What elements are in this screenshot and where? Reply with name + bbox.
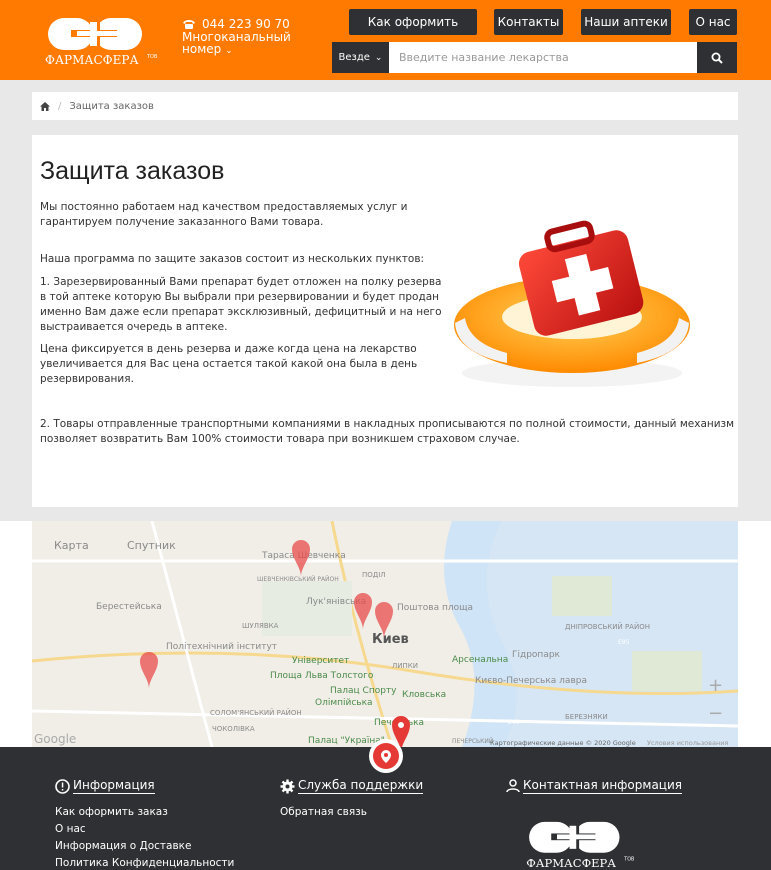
map-city-label: Киев	[372, 632, 409, 647]
footer-link-privacy[interactable]: Политика Конфиденциальности	[55, 857, 234, 869]
svg-text:Кловська: Кловська	[402, 690, 446, 700]
map-copyright: Картографические данные © 2020 Google	[490, 739, 636, 747]
svg-text:ЛИПКИ: ЛИПКИ	[392, 662, 418, 670]
home-icon[interactable]	[40, 101, 50, 111]
zoom-in-button: +	[708, 675, 723, 696]
breadcrumb-separator: /	[58, 100, 62, 112]
svg-text:ДНІПРОВСЬКИЙ РАЙОН: ДНІПРОВСЬКИЙ РАЙОН	[565, 622, 650, 631]
svg-text:Поштова площа: Поштова площа	[397, 603, 473, 613]
phone-block[interactable]: 044 223 90 70 Многоканальный номер ⌄	[182, 18, 291, 57]
program-text: Наша программа по защите заказов состоит…	[40, 253, 425, 265]
search-bar: Везде ⌄	[332, 42, 737, 73]
svg-text:ТОВ: ТОВ	[623, 856, 634, 862]
footer-contact-title: Контактная информация	[506, 778, 682, 794]
map[interactable]: Карта Спутник Тараса Шевченка ШЕВЧЕНКІВС…	[32, 521, 738, 747]
map-terms: Условия использования	[647, 739, 728, 747]
svg-text:ФАРМАСФЕРА: ФАРМАСФЕРА	[526, 856, 616, 870]
footer-link-feedback[interactable]: Обратная связь	[280, 806, 367, 818]
svg-text:Площа Льва Толстого: Площа Льва Толстого	[270, 671, 374, 681]
svg-text:E95: E95	[618, 639, 630, 646]
svg-text:Олімпійська: Олімпійська	[315, 698, 373, 708]
svg-text:Політехнічний інститут: Політехнічний інститут	[166, 642, 277, 652]
search-scope-select[interactable]: Везде ⌄	[332, 42, 389, 73]
header: ФАРМАСФЕРА ТОВ 044 223 90 70 Многоканаль…	[0, 0, 771, 80]
phone-number: 044 223 90 70	[202, 17, 290, 31]
svg-text:Києво-Печерська лавра: Києво-Печерська лавра	[475, 676, 587, 686]
logo-text: ФАРМАСФЕРА	[45, 53, 139, 67]
svg-text:ПОДІЛ: ПОДІЛ	[362, 571, 386, 579]
svg-text:E40: E40	[508, 719, 520, 726]
svg-text:Університет: Університет	[292, 656, 349, 666]
nav-about[interactable]: О нас	[689, 9, 737, 35]
svg-text:ЧОКОЛІВКА: ЧОКОЛІВКА	[212, 725, 255, 733]
point-one-text: 1. Зарезервированный Вами препарат будет…	[40, 276, 442, 333]
nav-how-to-order[interactable]: Как оформить заказ	[349, 9, 477, 55]
user-icon	[506, 779, 520, 793]
breadcrumb: / Защита заказов	[32, 92, 738, 120]
map-type-map: Карта	[54, 539, 89, 552]
search-button[interactable]	[697, 42, 737, 73]
page-title: Защита заказов	[40, 157, 225, 185]
svg-text:ШЕВЧЕНКІВСЬКИЙ РАЙОН: ШЕВЧЕНКІВСЬКИЙ РАЙОН	[257, 576, 339, 583]
logo[interactable]: ФАРМАСФЕРА ТОВ	[43, 16, 163, 68]
svg-text:Палац Спорту: Палац Спорту	[330, 686, 397, 696]
svg-text:БЕРЕЗНЯКИ: БЕРЕЗНЯКИ	[565, 713, 608, 721]
svg-text:ПЕЧЕРСЬКИЙ: ПЕЧЕРСЬКИЙ	[452, 738, 493, 745]
nav-pharmacies[interactable]: Наши аптеки	[581, 9, 671, 35]
point-two-text: 2. Товары отправленные транспортными ком…	[40, 418, 735, 445]
info-icon	[55, 778, 70, 794]
logo-suffix: ТОВ	[146, 54, 158, 60]
svg-text:ШУЛЯВКА: ШУЛЯВКА	[242, 622, 279, 630]
footer-link-delivery[interactable]: Информация о Доставке	[55, 840, 191, 852]
footer-logo: ФАРМАСФЕРА ТОВ	[526, 821, 634, 870]
footer-info-title: Информация	[55, 778, 155, 794]
phone-sub2[interactable]: номер ⌄	[182, 43, 291, 57]
search-input[interactable]	[389, 42, 697, 73]
svg-text:Берестейська: Берестейська	[96, 602, 162, 612]
chevron-down-icon: ⌄	[225, 46, 233, 56]
footer-link-how-to-order[interactable]: Как оформить заказ	[55, 806, 168, 818]
gear-icon	[280, 779, 295, 793]
price-text: Цена фиксируется в день резерва и даже к…	[40, 343, 418, 385]
first-aid-lifebuoy-image	[454, 220, 690, 387]
map-toggle-button[interactable]	[369, 739, 403, 773]
content-panel: Защита заказов Мы постоянно работаем над…	[32, 135, 738, 507]
svg-text:СОЛОМ'ЯНСЬКИЙ РАЙОН: СОЛОМ'ЯНСЬКИЙ РАЙОН	[210, 708, 302, 717]
intro-text: Мы постоянно работаем над качеством пред…	[40, 201, 408, 228]
svg-text:Арсенальна: Арсенальна	[452, 655, 508, 665]
chevron-down-icon: ⌄	[374, 52, 383, 63]
map-type-satellite: Спутник	[127, 539, 176, 552]
google-logo: Google	[34, 732, 76, 746]
location-pin-icon	[381, 749, 391, 763]
nav-contacts[interactable]: Контакты	[494, 9, 563, 35]
map-section: Карта Спутник Тараса Шевченка ШЕВЧЕНКІВС…	[0, 521, 771, 747]
zoom-out-button: −	[708, 703, 723, 724]
map-canvas: Карта Спутник Тараса Шевченка ШЕВЧЕНКІВС…	[32, 521, 738, 747]
breadcrumb-current: Защита заказов	[69, 100, 154, 112]
phone-icon	[183, 19, 195, 29]
search-icon	[711, 52, 723, 64]
footer-link-about[interactable]: О нас	[55, 823, 86, 835]
svg-text:Гідропарк: Гідропарк	[512, 650, 561, 660]
footer-support-title: Служба поддержки	[280, 778, 424, 794]
